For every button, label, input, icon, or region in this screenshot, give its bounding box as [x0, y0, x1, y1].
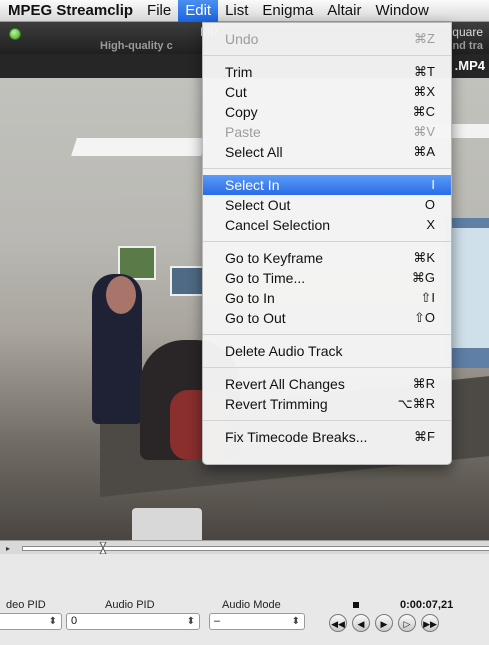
menu-item-cut-label: Cut: [225, 84, 247, 100]
menu-item-revert-trimming[interactable]: Revert Trimming ⌥⌘R: [203, 394, 451, 414]
menu-enigma[interactable]: Enigma: [255, 0, 320, 22]
menu-separator: [203, 420, 451, 421]
menu-item-go-to-in-label: Go to In: [225, 290, 275, 306]
step-back-button[interactable]: ◀: [352, 614, 370, 632]
zoom-button[interactable]: [9, 28, 21, 40]
menu-item-trim-shortcut: ⌘T: [414, 64, 435, 79]
file-name-tail: .MP4: [454, 58, 485, 73]
window-subtitle: High-quality c: [100, 40, 173, 52]
audio-mode-value: –: [214, 615, 221, 627]
window-title-tail: quare: [452, 25, 483, 39]
menu-separator: [203, 55, 451, 56]
menu-item-paste-shortcut: ⌘V: [413, 124, 435, 139]
play-button[interactable]: ▶: [375, 614, 393, 632]
menu-item-go-to-in[interactable]: Go to In ⇧I: [203, 288, 451, 308]
video-poster-2: [170, 266, 204, 296]
menu-item-revert-trimming-shortcut: ⌥⌘R: [397, 396, 435, 411]
edit-menu-dropdown: Undo ⌘Z Trim ⌘T Cut ⌘X Copy ⌘C Paste ⌘V …: [202, 22, 452, 465]
timeline-scrubber-handle[interactable]: [99, 542, 107, 554]
menu-app[interactable]: MPEG Streamclip: [0, 0, 140, 22]
audio-mode-label: Audio Mode: [222, 599, 281, 611]
menu-item-go-to-time-label: Go to Time...: [225, 270, 306, 286]
menu-item-undo-shortcut: ⌘Z: [414, 31, 435, 46]
menu-window[interactable]: Window: [368, 0, 435, 22]
audio-pid-stepper-icon[interactable]: ⬍: [187, 614, 195, 629]
video-screen-content: [452, 228, 489, 348]
menu-item-fix-timecode-breaks-shortcut: ⌘F: [414, 429, 435, 444]
rewind-button[interactable]: ◀◀: [329, 614, 347, 632]
timeline-track[interactable]: [22, 546, 489, 551]
menu-item-select-out-label: Select Out: [225, 197, 291, 213]
menu-item-cut[interactable]: Cut ⌘X: [203, 82, 451, 102]
audio-pid-value: 0: [71, 615, 78, 627]
menu-bar: MPEG Streamclip File Edit List Enigma Al…: [0, 0, 489, 22]
menu-item-trim[interactable]: Trim ⌘T: [203, 62, 451, 82]
menu-item-select-in[interactable]: Select In I: [203, 175, 451, 195]
menu-item-go-to-keyframe[interactable]: Go to Keyframe ⌘K: [203, 248, 451, 268]
window-subtitle-tail: nd tra: [452, 40, 483, 52]
step-forward-button[interactable]: ▷: [398, 614, 416, 632]
menu-item-revert-all-changes-shortcut: ⌘R: [412, 376, 435, 391]
menu-item-go-to-keyframe-shortcut: ⌘K: [413, 250, 435, 265]
menu-separator: [203, 334, 451, 335]
menu-item-select-all-shortcut: ⌘A: [413, 144, 435, 159]
menu-item-revert-trimming-label: Revert Trimming: [225, 396, 328, 412]
menu-item-cancel-selection[interactable]: Cancel Selection X: [203, 215, 451, 235]
video-device: [132, 508, 202, 540]
menu-item-paste-label: Paste: [225, 124, 261, 140]
menu-item-go-to-time-shortcut: ⌘G: [411, 270, 435, 285]
audio-mode-select[interactable]: – ⬍: [209, 613, 305, 630]
menu-list[interactable]: List: [218, 0, 255, 22]
menu-item-cancel-selection-shortcut: X: [426, 217, 435, 232]
audio-pid-label: Audio PID: [105, 599, 155, 611]
video-pid-label: deo PID: [6, 599, 46, 611]
menu-item-fix-timecode-breaks-label: Fix Timecode Breaks...: [225, 429, 368, 445]
menu-item-undo-label: Undo: [225, 31, 259, 47]
menu-item-revert-all-changes[interactable]: Revert All Changes ⌘R: [203, 374, 451, 394]
menu-item-select-all-label: Select All: [225, 144, 283, 160]
menu-item-paste: Paste ⌘V: [203, 122, 451, 142]
menu-item-fix-timecode-breaks[interactable]: Fix Timecode Breaks... ⌘F: [203, 427, 451, 447]
menu-item-go-to-out[interactable]: Go to Out ⇧O: [203, 308, 451, 328]
menu-item-trim-label: Trim: [225, 64, 253, 80]
menu-item-copy-shortcut: ⌘C: [412, 104, 435, 119]
video-pid-field[interactable]: ⬍: [0, 613, 62, 630]
menu-item-select-out-shortcut: O: [424, 197, 435, 212]
fast-forward-button[interactable]: ▶▶: [421, 614, 439, 632]
menu-separator: [203, 168, 451, 169]
video-presenter-head: [106, 276, 136, 314]
menu-item-go-to-out-shortcut: ⇧O: [413, 310, 435, 325]
stop-indicator-icon: [353, 602, 359, 608]
menu-item-delete-audio-track[interactable]: Delete Audio Track: [203, 341, 451, 361]
menu-item-select-in-label: Select In: [225, 177, 280, 193]
menu-item-select-out[interactable]: Select Out O: [203, 195, 451, 215]
menu-item-cut-shortcut: ⌘X: [413, 84, 435, 99]
menu-item-copy-label: Copy: [225, 104, 258, 120]
timecode-display: 0:00:07,21: [400, 599, 454, 611]
menu-item-undo: Undo ⌘Z: [203, 29, 451, 49]
audio-mode-stepper-icon[interactable]: ⬍: [292, 614, 300, 629]
menu-item-go-to-time[interactable]: Go to Time... ⌘G: [203, 268, 451, 288]
menu-item-go-to-in-shortcut: ⇧I: [420, 290, 435, 305]
menu-file[interactable]: File: [140, 0, 178, 22]
menu-altair[interactable]: Altair: [320, 0, 368, 22]
menu-item-copy[interactable]: Copy ⌘C: [203, 102, 451, 122]
controls-panel: deo PID ⬍ Audio PID 0 ⬍ Audio Mode – ⬍ 0…: [0, 554, 489, 645]
menu-item-select-in-shortcut: I: [431, 177, 435, 192]
menu-item-cancel-selection-label: Cancel Selection: [225, 217, 331, 233]
menu-item-select-all[interactable]: Select All ⌘A: [203, 142, 451, 162]
video-ceiling-light: [71, 138, 207, 156]
menu-edit[interactable]: Edit: [178, 0, 219, 22]
menu-item-go-to-keyframe-label: Go to Keyframe: [225, 250, 324, 266]
play-position-marker-icon: ▸: [6, 544, 11, 553]
menu-item-revert-all-changes-label: Revert All Changes: [225, 376, 345, 392]
menu-item-delete-audio-track-label: Delete Audio Track: [225, 343, 343, 359]
video-pid-stepper-icon[interactable]: ⬍: [49, 614, 57, 629]
menu-separator: [203, 367, 451, 368]
audio-pid-field[interactable]: 0 ⬍: [66, 613, 200, 630]
menu-item-go-to-out-label: Go to Out: [225, 310, 286, 326]
menu-separator: [203, 241, 451, 242]
